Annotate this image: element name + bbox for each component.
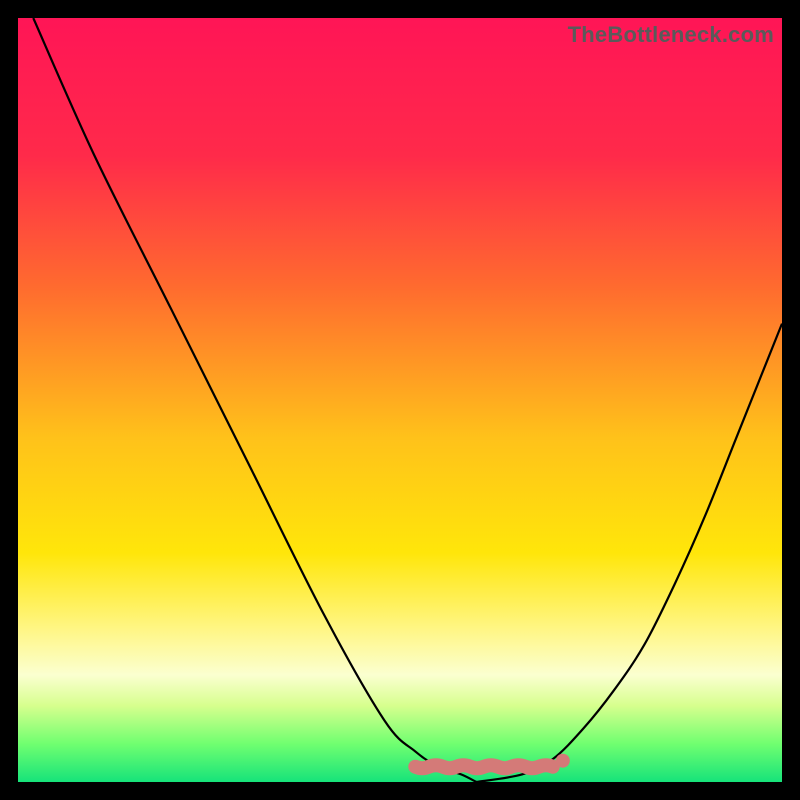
chart-background — [18, 18, 782, 782]
chart-frame: TheBottleneck.com — [18, 18, 782, 782]
bottleneck-chart — [18, 18, 782, 782]
watermark-text: TheBottleneck.com — [568, 22, 774, 48]
